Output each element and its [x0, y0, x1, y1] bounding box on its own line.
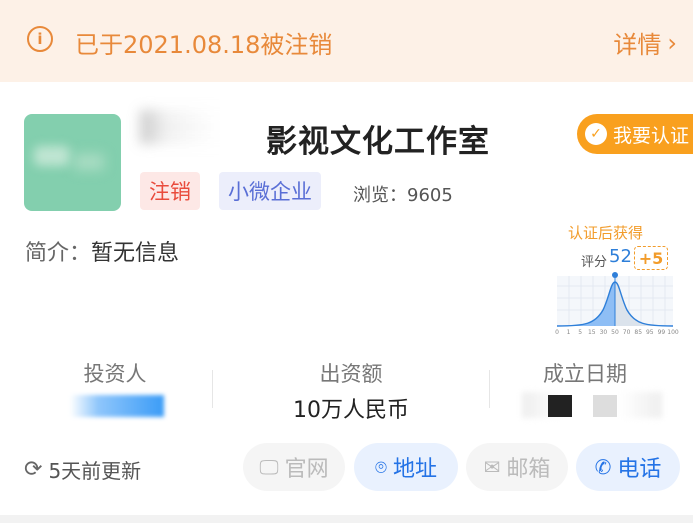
company-name: 影视文化工作室 [266, 124, 490, 160]
axis-tick-label: 1 [567, 329, 571, 336]
info-circle-icon: i [27, 26, 53, 52]
email-button[interactable]: ✉ 邮箱 [466, 443, 568, 491]
details-link[interactable]: 详情 › [613, 25, 677, 60]
phone-icon: ✆ [594, 455, 612, 479]
website-button[interactable]: 🖵 官网 [243, 443, 345, 491]
score-value: 52 [609, 246, 632, 267]
axis-tick-label: 99 [658, 329, 666, 336]
capital-value: 10万人民币 [293, 398, 409, 423]
company-intro: 简介：暂无信息 [25, 235, 179, 267]
email-label: 邮箱 [506, 457, 551, 482]
redaction-block [593, 395, 617, 417]
stat-founded-date: 成立日期 [520, 358, 650, 388]
axis-tick-label: 0 [555, 329, 559, 336]
score-bonus: +5 [634, 246, 668, 270]
last-updated-text: 5天前更新 [48, 459, 142, 483]
axis-tick-label: 85 [634, 329, 642, 336]
address-button[interactable]: ⌾ 地址 [354, 443, 458, 491]
cancellation-banner[interactable]: i 已于2021.08.18被注销 详情 › [0, 0, 693, 82]
stat-investor[interactable]: 投资人 [50, 358, 180, 388]
section-separator [0, 515, 693, 523]
axis-tick-label: 70 [623, 329, 631, 336]
investor-label: 投资人 [83, 362, 147, 386]
axis-tick-label: 15 [588, 329, 596, 336]
axis-tick-label: 50 [611, 329, 619, 336]
refresh-icon: ⟳ [24, 457, 43, 482]
company-logo [24, 114, 121, 211]
monitor-icon: 🖵 [259, 455, 279, 479]
last-updated[interactable]: ⟳ 5天前更新 [24, 455, 141, 484]
company-name-redaction [140, 110, 270, 144]
stat-capital: 出资额 10万人民币 [266, 358, 436, 424]
certify-button-label: 我要认证 [613, 124, 690, 147]
phone-label: 电话 [617, 457, 662, 482]
website-label: 官网 [284, 457, 329, 482]
certify-button[interactable]: ✓ 我要认证 [577, 114, 693, 154]
founded-date-redaction [522, 392, 662, 418]
stat-divider [212, 370, 213, 408]
certification-score-card[interactable]: 认证后获得 评分 52 +5 0 1 5 15 30 50 70 85 95 99 100 [555, 218, 681, 336]
founded-date-label: 成立日期 [543, 362, 627, 386]
view-count-label: 浏览： [353, 185, 407, 206]
redaction-block [548, 395, 572, 417]
details-label: 详情 [613, 31, 662, 59]
axis-tick-label: 100 [667, 329, 679, 336]
axis-tick-label: 5 [578, 329, 582, 336]
address-label: 地址 [392, 457, 437, 482]
phone-button[interactable]: ✆ 电话 [576, 443, 680, 491]
location-pin-icon: ⌾ [374, 455, 387, 479]
status-tag-cancelled: 注销 [140, 172, 200, 210]
stat-divider [489, 370, 490, 408]
tag-micro-enterprise: 小微企业 [219, 172, 321, 210]
investor-redaction [70, 395, 164, 417]
capital-label: 出资额 [319, 362, 383, 386]
mail-icon: ✉ [483, 455, 501, 479]
score-label: 评分 [581, 255, 608, 270]
score-distribution-chart: 0 1 5 15 30 50 70 85 95 99 100 [555, 272, 679, 336]
cancellation-status-text: 已于2021.08.18被注销 [75, 31, 333, 59]
chevron-right-icon: › [667, 28, 677, 57]
axis-tick-label: 95 [646, 329, 654, 336]
check-badge-icon: ✓ [585, 123, 607, 145]
axis-tick-label: 30 [600, 329, 608, 336]
view-count-value: 9605 [407, 185, 453, 206]
cert-reward-label: 认证后获得 [568, 224, 644, 242]
intro-label: 简介： [25, 241, 92, 266]
intro-value: 暂无信息 [91, 241, 180, 266]
view-count: 浏览：9605 [353, 181, 453, 207]
